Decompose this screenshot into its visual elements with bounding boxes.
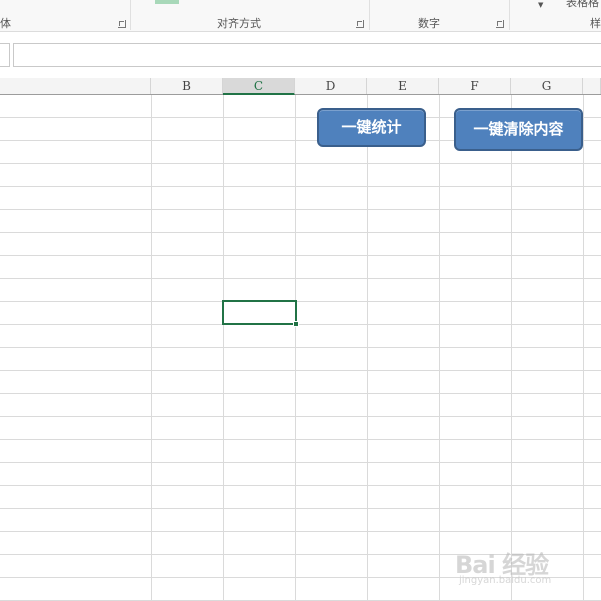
table-format-label[interactable]: 表格格 <box>566 0 599 10</box>
grid-line <box>0 163 601 164</box>
ribbon-separator <box>509 0 510 30</box>
column-header-h[interactable] <box>583 78 601 94</box>
name-box[interactable] <box>0 43 10 67</box>
ribbon-separator <box>130 0 131 30</box>
grid-line <box>0 324 601 325</box>
grid-line <box>583 95 584 601</box>
column-header-d[interactable]: D <box>295 78 367 94</box>
grid-line <box>223 95 224 601</box>
grid-line <box>0 186 601 187</box>
ribbon-separator <box>369 0 370 30</box>
alignment-group-label: 对齐方式 <box>217 17 261 30</box>
grid-line <box>0 439 601 440</box>
ribbon-color-swatch[interactable] <box>155 0 179 4</box>
grid-line <box>0 209 601 210</box>
grid-line <box>0 508 601 509</box>
column-header-g[interactable]: G <box>511 78 583 94</box>
dropdown-arrow-icon[interactable]: ▼ <box>538 1 543 9</box>
grid-line <box>0 370 601 371</box>
grid-line <box>0 416 601 417</box>
grid-line <box>0 232 601 233</box>
column-header-row: B C D E F G <box>0 78 601 95</box>
grid-line <box>0 531 601 532</box>
grid-line <box>295 95 296 601</box>
baidu-jingyan-watermark: Bai 经验 jingyan.baidu.com <box>455 535 595 595</box>
one-click-clear-button[interactable]: 一键清除内容 <box>454 108 583 151</box>
formula-input[interactable] <box>13 43 601 67</box>
grid-line <box>0 462 601 463</box>
grid-line <box>0 278 601 279</box>
column-header-a[interactable] <box>0 78 151 94</box>
grid-line <box>439 95 440 601</box>
styles-group-label: 样 <box>590 17 601 30</box>
column-header-c[interactable]: C <box>223 78 295 95</box>
alignment-dialog-launcher-icon[interactable] <box>356 20 364 28</box>
formula-bar <box>0 32 601 78</box>
watermark-url: jingyan.baidu.com <box>459 575 552 586</box>
number-dialog-launcher-icon[interactable] <box>496 20 504 28</box>
grid-line <box>367 95 368 601</box>
fill-handle[interactable] <box>293 321 299 327</box>
grid-line <box>0 393 601 394</box>
column-header-b[interactable]: B <box>151 78 223 94</box>
one-click-stats-button[interactable]: 一键统计 <box>317 108 426 147</box>
grid-line <box>0 347 601 348</box>
grid-line <box>511 95 512 601</box>
number-group-label: 数字 <box>418 17 440 30</box>
grid-line <box>0 485 601 486</box>
font-group-label: 体 <box>0 17 11 30</box>
grid-line <box>151 95 152 601</box>
column-header-f[interactable]: F <box>439 78 511 94</box>
font-dialog-launcher-icon[interactable] <box>118 20 126 28</box>
ribbon: 体 对齐方式 数字 ▼ 表格格 样 <box>0 0 601 32</box>
column-header-e[interactable]: E <box>367 78 439 94</box>
grid-line <box>0 301 601 302</box>
grid-line <box>0 255 601 256</box>
active-cell-selection[interactable] <box>222 300 297 325</box>
